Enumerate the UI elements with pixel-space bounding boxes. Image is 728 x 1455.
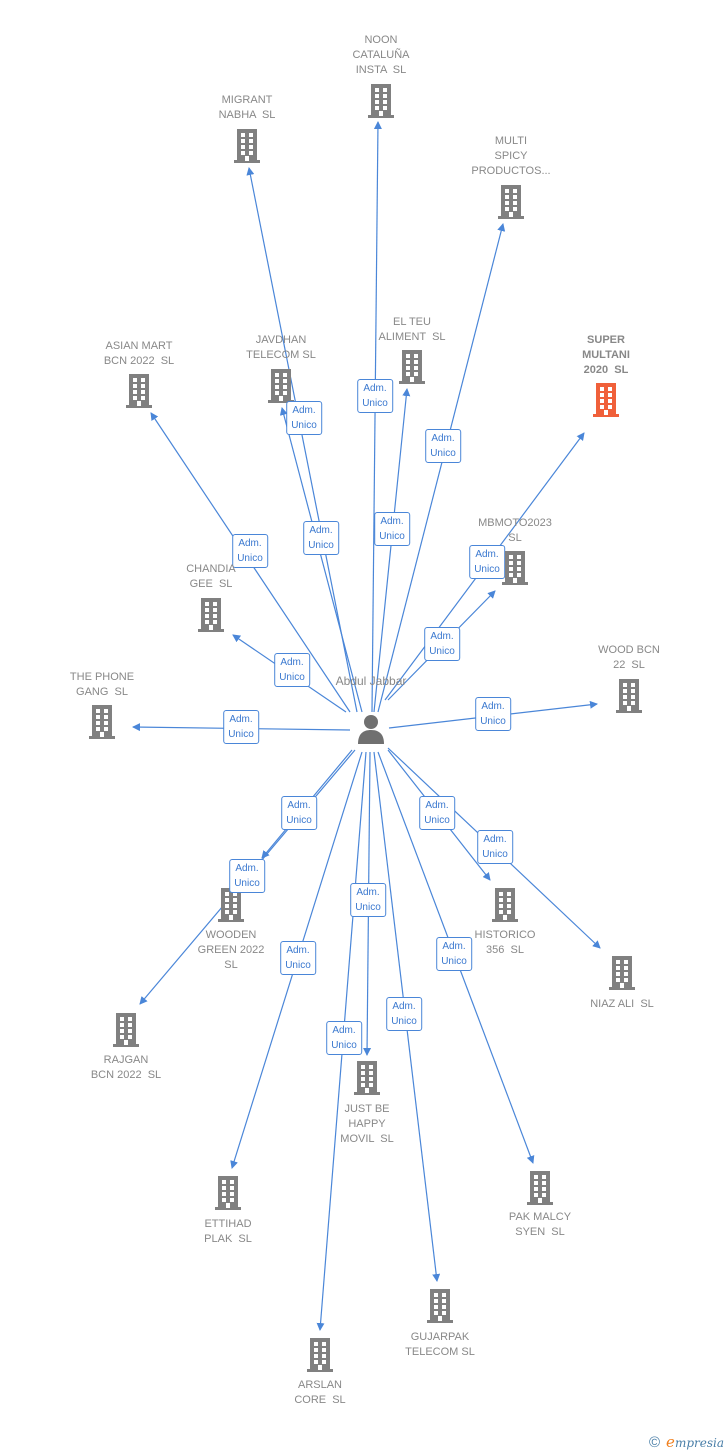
company-label-super-multani-2020-sl[interactable]: SUPER MULTANI 2020 SL (582, 333, 630, 378)
building-icon[interactable] (425, 1288, 455, 1324)
building-icon[interactable] (111, 1012, 141, 1048)
building-icon[interactable] (352, 1060, 382, 1096)
company-label-gujarpak-telecom-sl[interactable]: GUJARPAK TELECOM SL (405, 1330, 475, 1360)
network-diagram: Abdul Jabbar © empresia NOON CATALUÑA IN… (0, 0, 728, 1455)
role-badge: Adm. Unico (326, 1021, 362, 1055)
role-badge: Adm. Unico (303, 521, 339, 555)
company-label-niaz-ali-sl[interactable]: NIAZ ALI SL (590, 997, 654, 1012)
role-badge: Adm. Unico (425, 429, 461, 463)
building-icon[interactable] (196, 597, 226, 633)
building-icon[interactable] (213, 1175, 243, 1211)
role-badge: Adm. Unico (281, 796, 317, 830)
company-label-just-be-happy-movil-sl[interactable]: JUST BE HAPPY MOVIL SL (340, 1102, 393, 1147)
copyright-symbol: © (648, 1433, 661, 1451)
role-badge: Adm. Unico (419, 796, 455, 830)
building-icon[interactable] (87, 704, 117, 740)
role-badge: Adm. Unico (232, 534, 268, 568)
role-badge: Adm. Unico (477, 830, 513, 864)
building-icon[interactable] (591, 382, 621, 418)
building-icon[interactable] (490, 887, 520, 923)
building-icon[interactable] (496, 184, 526, 220)
role-badge: Adm. Unico (229, 859, 265, 893)
building-icon[interactable] (614, 678, 644, 714)
role-badge: Adm. Unico (424, 627, 460, 661)
company-label-ettihad-plak-sl[interactable]: ETTIHAD PLAK SL (204, 1217, 252, 1247)
role-badge: Adm. Unico (286, 401, 322, 435)
company-label-asian-mart-bcn-2022-sl[interactable]: ASIAN MART BCN 2022 SL (104, 339, 174, 369)
company-label-javdhan-telecom-sl[interactable]: JAVDHAN TELECOM SL (246, 333, 316, 363)
building-icon[interactable] (607, 955, 637, 991)
role-badge: Adm. Unico (475, 697, 511, 731)
building-icon[interactable] (232, 128, 262, 164)
role-badge: Adm. Unico (350, 883, 386, 917)
role-badge: Adm. Unico (274, 653, 310, 687)
company-label-mbmoto2023-sl[interactable]: MBMOTO2023 SL (478, 516, 552, 546)
person-icon[interactable] (356, 713, 386, 745)
company-label-multi-spicy-productos[interactable]: MULTI SPICY PRODUCTOS... (471, 134, 550, 179)
company-label-wooden-green-2022-sl[interactable]: WOODEN GREEN 2022 SL (198, 928, 265, 973)
role-badge: Adm. Unico (357, 379, 393, 413)
building-icon[interactable] (305, 1337, 335, 1373)
company-label-arslan-core-sl[interactable]: ARSLAN CORE SL (294, 1378, 345, 1408)
role-badge: Adm. Unico (223, 710, 259, 744)
role-badge: Adm. Unico (280, 941, 316, 975)
company-label-rajgan-bcn-2022-sl[interactable]: RAJGAN BCN 2022 SL (91, 1053, 161, 1083)
building-icon[interactable] (124, 373, 154, 409)
company-label-noon-catalu-a-insta-sl[interactable]: NOON CATALUÑA INSTA SL (352, 33, 409, 78)
footer-brand: © empresia (649, 1433, 724, 1451)
company-label-historico-356-sl[interactable]: HISTORICO 356 SL (475, 928, 536, 958)
building-icon[interactable] (397, 349, 427, 385)
empresia-logo[interactable]: empresia (666, 1433, 724, 1451)
role-badge: Adm. Unico (374, 512, 410, 546)
building-icon[interactable] (500, 550, 530, 586)
role-badge: Adm. Unico (436, 937, 472, 971)
center-person-name[interactable]: Abdul Jabbar (336, 674, 407, 689)
role-badge: Adm. Unico (386, 997, 422, 1031)
company-label-pak-malcy-syen-sl[interactable]: PAK MALCY SYEN SL (509, 1210, 571, 1240)
building-icon[interactable] (366, 83, 396, 119)
company-label-el-teu-aliment-sl[interactable]: EL TEU ALIMENT SL (378, 315, 445, 345)
company-label-chandia-gee-sl[interactable]: CHANDIA GEE SL (186, 562, 236, 592)
building-icon[interactable] (525, 1170, 555, 1206)
building-icon[interactable] (266, 368, 296, 404)
company-label-migrant-nabha-sl[interactable]: MIGRANT NABHA SL (219, 93, 276, 123)
company-label-the-phone-gang-sl[interactable]: THE PHONE GANG SL (70, 670, 134, 700)
edge-noon-catalu-a-insta-sl (371, 121, 382, 713)
company-label-wood-bcn-22-sl[interactable]: WOOD BCN 22 SL (598, 643, 660, 673)
